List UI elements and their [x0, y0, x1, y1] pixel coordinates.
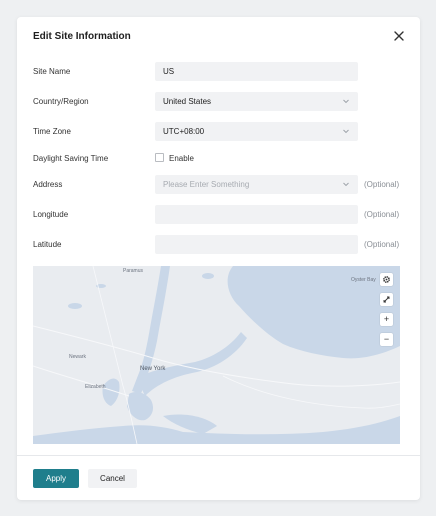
- cancel-button[interactable]: Cancel: [88, 469, 137, 488]
- latitude-row: Latitude (Optional): [33, 235, 404, 254]
- latitude-optional-hint: (Optional): [364, 240, 400, 249]
- chevron-down-icon: [343, 129, 349, 134]
- time-zone-select[interactable]: UTC+08:00: [155, 122, 358, 141]
- site-name-row: Site Name US: [33, 62, 404, 81]
- daylight-saving-label: Daylight Saving Time: [33, 154, 109, 163]
- longitude-row: Longitude (Optional): [33, 205, 404, 224]
- map-place-label: Elizabeth: [85, 384, 106, 390]
- enable-checkbox-label[interactable]: Enable: [169, 149, 194, 168]
- latitude-label: Latitude: [33, 240, 62, 249]
- apply-button[interactable]: Apply: [33, 469, 79, 488]
- address-select[interactable]: Please Enter Something: [155, 175, 358, 194]
- fullscreen-icon[interactable]: [380, 293, 393, 306]
- map-place-label: Newark: [69, 354, 86, 360]
- gear-icon[interactable]: [380, 273, 393, 286]
- country-region-select[interactable]: United States: [155, 92, 358, 111]
- time-zone-value: UTC+08:00: [163, 127, 205, 136]
- latitude-input[interactable]: [155, 235, 358, 254]
- longitude-label: Longitude: [33, 210, 69, 219]
- site-map[interactable]: Paramus Newark Oyster Bay Elizabeth New …: [33, 266, 400, 444]
- close-icon[interactable]: [392, 29, 406, 43]
- address-optional-hint: (Optional): [364, 180, 400, 189]
- edit-site-dialog: Edit Site Information Site Name US Count…: [17, 17, 420, 500]
- time-zone-row: Time Zone UTC+08:00: [33, 122, 404, 141]
- daylight-saving-checkbox[interactable]: [155, 153, 164, 162]
- map-place-label: Oyster Bay: [351, 277, 376, 283]
- country-region-label: Country/Region: [33, 97, 89, 106]
- longitude-optional-hint: (Optional): [364, 210, 400, 219]
- daylight-saving-row: Daylight Saving Time Enable: [33, 149, 404, 168]
- site-name-input[interactable]: US: [155, 62, 358, 81]
- map-place-label: Paramus: [123, 268, 144, 274]
- chevron-down-icon: [343, 182, 349, 187]
- chevron-down-icon: [343, 99, 349, 104]
- zoom-in-button[interactable]: +: [380, 313, 393, 326]
- time-zone-label: Time Zone: [33, 127, 71, 136]
- map-canvas: [33, 266, 400, 444]
- country-region-value: United States: [163, 97, 212, 106]
- map-city-label: New York: [140, 366, 166, 372]
- country-region-row: Country/Region United States: [33, 92, 404, 111]
- longitude-input[interactable]: [155, 205, 358, 224]
- dialog-title: Edit Site Information: [33, 31, 131, 42]
- zoom-out-button[interactable]: −: [380, 333, 393, 346]
- dialog-footer-divider: [17, 455, 420, 456]
- address-row: Address Please Enter Something (Optional…: [33, 175, 404, 194]
- site-name-label: Site Name: [33, 67, 71, 76]
- address-label: Address: [33, 180, 63, 189]
- address-placeholder: Please Enter Something: [163, 180, 250, 189]
